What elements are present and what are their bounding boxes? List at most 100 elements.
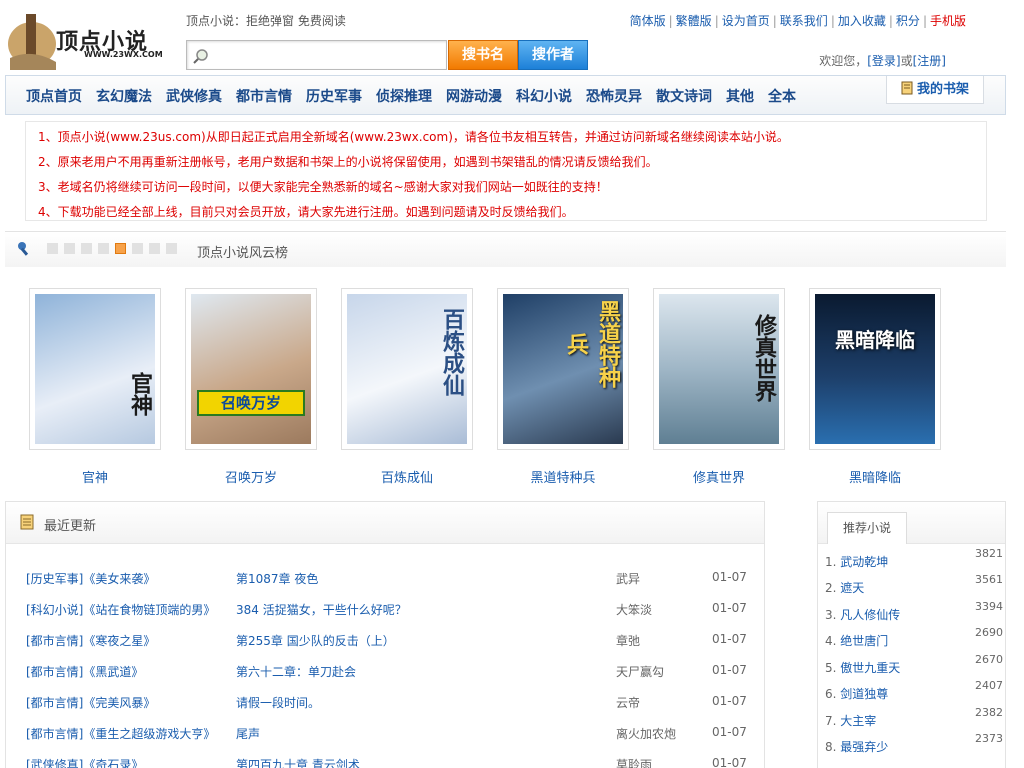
update-chapter-link[interactable]: 第1087章 夜色 <box>236 570 318 587</box>
register-link[interactable]: [注册] <box>913 54 946 68</box>
pager-dot[interactable] <box>81 243 92 254</box>
main-nav: 顶点首页 玄幻魔法 武侠修真 都市言情 历史军事 侦探推理 网游动漫 科幻小说 … <box>5 75 1006 115</box>
book-cover-image: 黑暗降临 <box>815 294 935 444</box>
update-book-link[interactable]: [科幻小说]《站在食物链顶端的男》 <box>26 601 215 618</box>
rank-pager <box>47 243 183 254</box>
nav-detective[interactable]: 侦探推理 <box>376 86 432 106</box>
book-cover-link[interactable]: 召唤万岁 <box>185 288 317 450</box>
book-cover-image: 官神 <box>35 294 155 444</box>
list-item: 5. 傲世九重天 2670 <box>825 653 1003 677</box>
rank-number: 4. <box>825 634 837 648</box>
table-row: [都市言情]《寒夜之星》 第255章 国少队的反击（上） 章弛 01-07 <box>26 632 756 652</box>
recommend-book-link[interactable]: 凡人修仙传 <box>840 608 900 622</box>
update-book-link[interactable]: [都市言情]《完美风暴》 <box>26 694 155 711</box>
nav-other[interactable]: 其他 <box>726 86 754 106</box>
update-author: 莫聆雨 <box>616 758 653 768</box>
update-chapter-link[interactable]: 第六十二章：单刀赴会 <box>236 663 356 680</box>
update-book-link[interactable]: [都市言情]《重生之超级游戏大亨》 <box>26 725 215 742</box>
recommend-book-link[interactable]: 剑道独尊 <box>840 687 888 701</box>
recommend-count: 2407 <box>975 679 1003 692</box>
tab-recommend[interactable]: 推荐小说 <box>827 512 907 544</box>
update-book-link[interactable]: [武侠修真]《奇石录》 <box>26 756 143 768</box>
bookshelf-button[interactable]: 我的书架 <box>886 76 984 104</box>
nav-urban[interactable]: 都市言情 <box>236 86 292 106</box>
update-chapter-link[interactable]: 请假一段时间。 <box>236 694 320 711</box>
book-cover-link[interactable]: 黑道特种兵 <box>497 288 629 450</box>
book-cover-image: 修真世界 <box>659 294 779 444</box>
nav-horror[interactable]: 恐怖灵异 <box>586 86 642 106</box>
toplink-simplified[interactable]: 简体版 <box>630 14 666 28</box>
table-row: [都市言情]《黑武道》 第六十二章：单刀赴会 天尸赢勾 01-07 <box>26 663 756 683</box>
list-item: 3. 凡人修仙传 3394 <box>825 600 1003 624</box>
search-input[interactable] <box>186 40 447 70</box>
nav-wuxia[interactable]: 武侠修真 <box>166 86 222 106</box>
nav-history[interactable]: 历史军事 <box>306 86 362 106</box>
toplink-points[interactable]: 积分 <box>896 14 920 28</box>
update-date: 01-07 <box>712 632 747 646</box>
update-chapter-link[interactable]: 第四百九十章 青云剑术 <box>236 756 360 768</box>
search-book-button[interactable]: 搜书名 <box>448 40 518 70</box>
update-book-link[interactable]: [都市言情]《寒夜之星》 <box>26 632 155 649</box>
book-cover-link[interactable]: 百炼成仙 <box>341 288 473 450</box>
book-title-link[interactable]: 黑道特种兵 <box>497 467 629 486</box>
recommend-book-link[interactable]: 最强弃少 <box>840 740 888 754</box>
recommend-book-link[interactable]: 大主宰 <box>840 714 876 728</box>
recommend-book-link[interactable]: 遮天 <box>840 581 864 595</box>
nav-prose[interactable]: 散文诗词 <box>656 86 712 106</box>
recommend-book-link[interactable]: 傲世九重天 <box>840 661 900 675</box>
cover-title: 修真世界 <box>751 314 776 402</box>
book-cover-link[interactable]: 官神 <box>29 288 161 450</box>
latest-updates-header: 最近更新 <box>6 502 764 544</box>
recommend-panel: 推荐小说 1. 武动乾坤 3821 2. 遮天 3561 3. 凡人修仙传 3394 … <box>817 501 1006 768</box>
table-row: [武侠修真]《奇石录》 第四百九十章 青云剑术 莫聆雨 01-07 <box>26 756 756 768</box>
toplink-contact[interactable]: 联系我们 <box>780 14 828 28</box>
book-title-link[interactable]: 百炼成仙 <box>341 467 473 486</box>
pager-dot[interactable] <box>166 243 177 254</box>
update-date: 01-07 <box>712 725 747 739</box>
recommend-book-link[interactable]: 绝世唐门 <box>840 634 888 648</box>
top-links: 简体版 | 繁體版 | 设为首页 | 联系我们 | 加入收藏 | 积分 | 手机版 <box>629 14 966 28</box>
search-author-button[interactable]: 搜作者 <box>518 40 588 70</box>
toplink-favorite[interactable]: 加入收藏 <box>838 14 886 28</box>
rank-number: 5. <box>825 661 837 675</box>
update-chapter-link[interactable]: 第255章 国少队的反击（上） <box>236 632 395 649</box>
rank-number: 1. <box>825 555 837 569</box>
update-chapter-link[interactable]: 尾声 <box>236 725 260 742</box>
pager-dot[interactable] <box>98 243 109 254</box>
nav-game[interactable]: 网游动漫 <box>446 86 502 106</box>
pager-dot[interactable] <box>132 243 143 254</box>
book-title-link[interactable]: 官神 <box>29 467 161 486</box>
pager-dot[interactable] <box>47 243 58 254</box>
list-item: 8. 最强弃少 2373 <box>825 732 1003 756</box>
update-date: 01-07 <box>712 756 747 768</box>
toplink-set-homepage[interactable]: 设为首页 <box>722 14 770 28</box>
recommend-book-link[interactable]: 武动乾坤 <box>840 555 888 569</box>
pager-dot-active[interactable] <box>115 243 126 254</box>
update-book-link[interactable]: [历史军事]《美女来袭》 <box>26 570 155 587</box>
toplink-mobile[interactable]: 手机版 <box>930 14 966 28</box>
login-link[interactable]: [登录] <box>867 54 900 68</box>
nav-home[interactable]: 顶点首页 <box>26 86 82 106</box>
site-logo[interactable]: 顶点小说 WWW.23WX.COM <box>6 8 172 70</box>
cover-title: 黑暗降临 <box>835 328 915 352</box>
toplink-traditional[interactable]: 繁體版 <box>676 14 712 28</box>
update-author: 天尸赢勾 <box>616 665 665 679</box>
book-cover-link[interactable]: 黑暗降临 <box>809 288 941 450</box>
update-author: 云帝 <box>616 696 641 710</box>
nav-scifi[interactable]: 科幻小说 <box>516 86 572 106</box>
update-chapter-link[interactable]: 384 活捉猫女，干些什么好呢？ <box>236 601 407 618</box>
update-book-link[interactable]: [都市言情]《黑武道》 <box>26 663 143 680</box>
update-date: 01-07 <box>712 663 747 677</box>
book-title-link[interactable]: 黑暗降临 <box>809 467 941 486</box>
book-title-link[interactable]: 修真世界 <box>653 467 785 486</box>
update-author: 大笨淡 <box>616 603 653 617</box>
pager-dot[interactable] <box>149 243 160 254</box>
pager-dot[interactable] <box>64 243 75 254</box>
book-cover-image: 百炼成仙 <box>347 294 467 444</box>
nav-complete[interactable]: 全本 <box>768 86 796 106</box>
nav-fantasy[interactable]: 玄幻魔法 <box>96 86 152 106</box>
rank-number: 6. <box>825 687 837 701</box>
book-cover-link[interactable]: 修真世界 <box>653 288 785 450</box>
cover-title: 官神 <box>127 372 152 416</box>
book-title-link[interactable]: 召唤万岁 <box>185 467 317 486</box>
